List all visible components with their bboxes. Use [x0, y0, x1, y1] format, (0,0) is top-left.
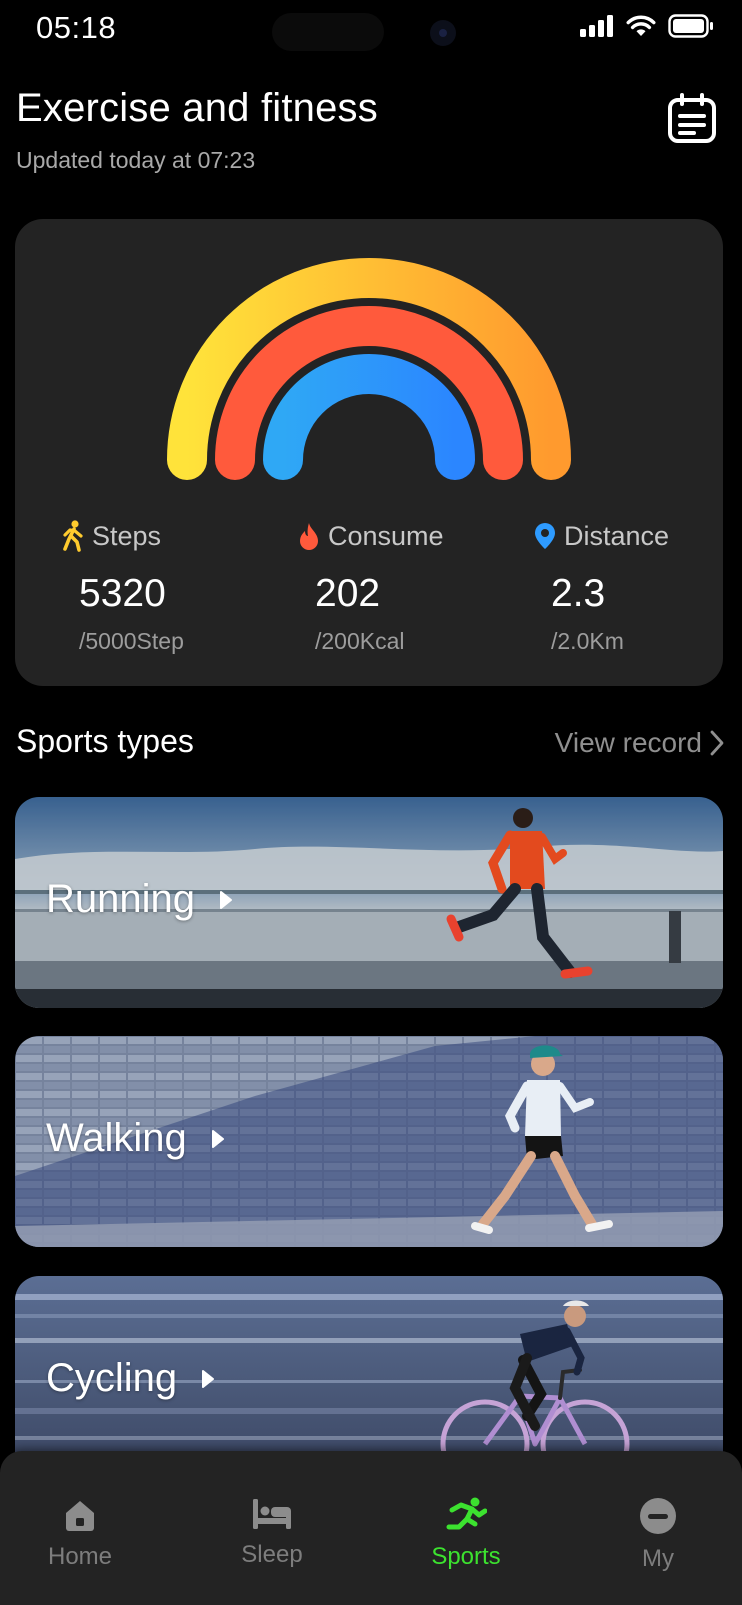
- flame-icon: [300, 523, 318, 550]
- page-title: Exercise and fitness: [16, 86, 378, 130]
- metric-distance-label: Distance: [564, 520, 670, 551]
- home-icon: [66, 1501, 94, 1531]
- walking-label: Walking: [46, 1116, 225, 1161]
- bottom-navigation: Home Sleep Sports My: [0, 1451, 742, 1605]
- metric-consume-label: Consume: [328, 520, 444, 551]
- calendar-icon: [668, 93, 716, 143]
- nav-home-label: Home: [47, 1543, 113, 1570]
- walking-person-icon: [63, 520, 83, 552]
- sport-card-running[interactable]: Running: [15, 797, 723, 1008]
- view-record-label: View record: [554, 727, 702, 758]
- status-bar: 05:18: [0, 0, 742, 58]
- metric-steps-goal: /5000Step: [79, 628, 184, 654]
- location-pin-icon: [535, 523, 555, 549]
- updated-timestamp: Updated today at 07:23: [16, 147, 256, 173]
- metric-distance-head: Distance: [534, 518, 742, 554]
- sports-screen: 05:18 Exercise and fitness Updated today…: [0, 0, 742, 1605]
- play-arrow-icon: [220, 890, 233, 909]
- distance-arc: [263, 354, 475, 480]
- metric-distance: Distance 2.3 /2.0Km: [534, 518, 742, 655]
- sports-runner-icon: [446, 1497, 487, 1530]
- wifi-icon: [626, 15, 656, 36]
- cellular-signal-icon: [580, 15, 613, 37]
- sport-name-cycling: Cycling: [46, 1356, 178, 1400]
- activity-rings: [167, 258, 571, 480]
- play-arrow-icon: [211, 1129, 224, 1148]
- view-record-link[interactable]: View record: [555, 727, 724, 759]
- chevron-right-icon: [710, 730, 724, 756]
- status-time: 05:18: [36, 10, 117, 45]
- metric-consume-head: Consume: [298, 518, 508, 554]
- status-icons: [580, 14, 714, 38]
- metric-steps: Steps 5320 /5000Step: [62, 518, 272, 655]
- sport-name-running: Running: [46, 877, 196, 921]
- bed-icon: [253, 1499, 291, 1529]
- metric-steps-value: 5320: [79, 572, 166, 615]
- activity-summary-card[interactable]: Steps 5320 /5000Step Consume 202 /200Kca…: [15, 219, 723, 686]
- metric-steps-label: Steps: [92, 520, 162, 551]
- nav-sleep[interactable]: Sleep: [212, 1497, 332, 1569]
- metric-distance-value: 2.3: [551, 572, 606, 615]
- metric-distance-goal: /2.0Km: [551, 628, 624, 654]
- nav-sports-label: Sports: [431, 1543, 501, 1570]
- sports-types-title: Sports types: [16, 723, 194, 759]
- metric-consume: Consume 202 /200Kcal: [298, 518, 508, 655]
- running-label: Running: [46, 877, 233, 922]
- cycling-label: Cycling: [46, 1356, 215, 1401]
- play-arrow-icon: [202, 1369, 215, 1388]
- nav-home[interactable]: Home: [20, 1497, 140, 1571]
- sport-name-walking: Walking: [46, 1116, 187, 1160]
- nav-my[interactable]: My: [598, 1497, 718, 1573]
- metric-consume-goal: /200Kcal: [315, 628, 405, 654]
- front-camera: [430, 20, 456, 46]
- metric-consume-value: 202: [315, 572, 381, 615]
- metric-steps-head: Steps: [62, 518, 272, 554]
- sport-card-walking[interactable]: Walking: [15, 1036, 723, 1247]
- battery-icon: [668, 14, 713, 38]
- profile-icon: [640, 1498, 676, 1534]
- nav-sleep-label: Sleep: [241, 1541, 303, 1568]
- nav-sports[interactable]: Sports: [406, 1497, 526, 1571]
- nav-my-label: My: [642, 1545, 674, 1572]
- dynamic-island: [272, 13, 384, 51]
- calendar-button[interactable]: [666, 92, 718, 144]
